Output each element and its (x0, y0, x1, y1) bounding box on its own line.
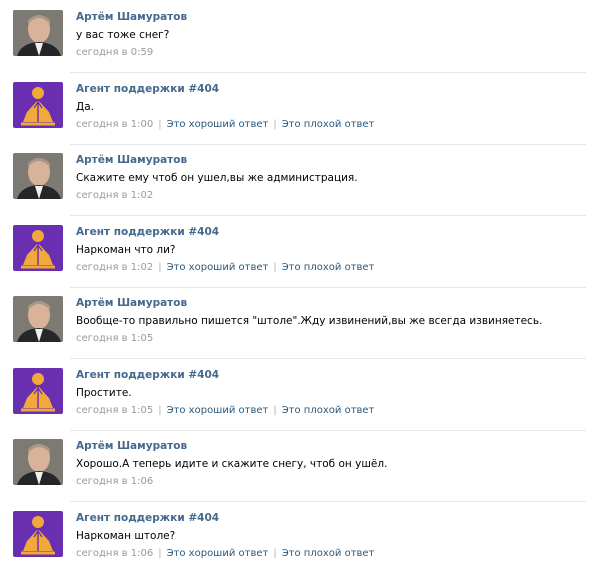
message-timestamp[interactable]: сегодня в 1:05 (76, 405, 153, 416)
message-item: Артём Шамуратов у вас тоже снег? сегодня в… (0, 10, 600, 82)
message-meta: сегодня в 1:06 (76, 475, 153, 489)
user-avatar[interactable] (13, 296, 63, 342)
user-photo (13, 296, 63, 342)
message-timestamp[interactable]: сегодня в 1:05 (76, 333, 153, 344)
message-meta: сегодня в 0:59 (76, 46, 153, 60)
message-timestamp[interactable]: сегодня в 1:00 (76, 119, 153, 130)
message-meta: сегодня в 1:06 | Это хороший ответ | Это пло… (76, 547, 374, 561)
message-text: Хорошо.А теперь идите и скажите снегу, ч… (76, 458, 388, 470)
message-timestamp[interactable]: сегодня в 1:06 (76, 548, 153, 559)
message-meta: сегодня в 1:05 (76, 332, 153, 346)
author-name-link[interactable]: Артём Шамуратов (76, 10, 187, 24)
author-name-link[interactable]: Агент поддержки #404 (76, 368, 219, 382)
user-avatar[interactable] (13, 10, 63, 56)
message-meta: сегодня в 1:02 (76, 189, 153, 203)
separator: | (273, 547, 277, 559)
separator: | (158, 404, 162, 416)
meditating-figure-icon (13, 510, 63, 557)
message-divider (70, 501, 586, 502)
separator: | (158, 547, 162, 559)
good-answer-link[interactable]: Это хороший ответ (167, 548, 269, 559)
message-text: Наркоман штоле? (76, 529, 176, 542)
meditating-figure-icon (13, 81, 63, 128)
bad-answer-link[interactable]: Это плохой ответ (282, 548, 375, 559)
message-item: Артём Шамуратов Вообще-то правильно пишет… (0, 296, 600, 368)
agent-avatar[interactable] (13, 367, 63, 414)
message-timestamp[interactable]: сегодня в 1:02 (76, 262, 153, 273)
bad-answer-link[interactable]: Это плохой ответ (282, 405, 375, 416)
message-item: Агент поддержки #404 Да. сегодня в 1:00 | Эт… (0, 81, 600, 154)
separator: | (158, 261, 162, 273)
author-name-link[interactable]: Артём Шамуратов (76, 439, 187, 453)
message-text: Наркоман что ли? (76, 243, 176, 256)
user-photo (13, 10, 63, 56)
message-text: Скажите ему чтоб он ушел,вы же администр… (76, 172, 358, 184)
message-divider (70, 72, 586, 73)
separator: | (273, 404, 277, 416)
message-timestamp[interactable]: сегодня в 1:06 (76, 476, 153, 487)
separator: | (158, 118, 162, 130)
message-meta: сегодня в 1:02 | Это хороший ответ | Это пло… (76, 261, 374, 275)
separator: | (273, 118, 277, 130)
author-name-link[interactable]: Артём Шамуратов (76, 296, 187, 310)
author-name-link[interactable]: Артём Шамуратов (76, 153, 187, 167)
agent-avatar[interactable] (13, 224, 63, 271)
bad-answer-link[interactable]: Это плохой ответ (282, 262, 375, 273)
message-thread: Артём Шамуратов у вас тоже снег? сегодня в… (0, 0, 600, 572)
user-avatar[interactable] (13, 153, 63, 199)
agent-avatar[interactable] (13, 510, 63, 557)
message-divider (70, 143, 586, 145)
message-text: Да. (76, 100, 94, 113)
message-text: у вас тоже снег? (76, 29, 170, 41)
good-answer-link[interactable]: Это хороший ответ (167, 405, 269, 416)
author-name-link[interactable]: Агент поддержки #404 (76, 82, 219, 96)
message-divider (70, 358, 586, 359)
message-item: Артём Шамуратов Хорошо.А теперь идите и с… (0, 439, 600, 511)
message-divider (70, 215, 586, 216)
author-name-link[interactable]: Агент поддержки #404 (76, 225, 219, 239)
message-text: Простите. (76, 386, 132, 399)
user-photo (13, 153, 63, 199)
message-divider (70, 429, 586, 431)
good-answer-link[interactable]: Это хороший ответ (167, 119, 269, 130)
user-avatar[interactable] (13, 439, 63, 485)
meditating-figure-icon (13, 224, 63, 271)
message-timestamp[interactable]: сегодня в 1:02 (76, 190, 153, 201)
agent-avatar[interactable] (13, 81, 63, 128)
meditating-figure-icon (13, 367, 63, 414)
separator: | (273, 261, 277, 273)
message-item: Артём Шамуратов Скажите ему чтоб он ушел,… (0, 153, 600, 225)
message-divider (70, 286, 586, 288)
message-meta: сегодня в 1:00 | Это хороший ответ | Это пло… (76, 118, 374, 132)
user-photo (13, 439, 63, 485)
good-answer-link[interactable]: Это хороший ответ (167, 262, 269, 273)
message-item: Агент поддержки #404 Простите. сегодня в 1… (0, 367, 600, 440)
message-meta: сегодня в 1:05 | Это хороший ответ | Это пло… (76, 404, 374, 418)
message-item: Агент поддержки #404 Наркоман что ли? сего… (0, 224, 600, 297)
message-text: Вообще-то правильно пишется "штоле".Жду … (76, 315, 543, 327)
author-name-link[interactable]: Агент поддержки #404 (76, 511, 219, 525)
message-timestamp[interactable]: сегодня в 0:59 (76, 47, 153, 58)
bad-answer-link[interactable]: Это плохой ответ (282, 119, 375, 130)
